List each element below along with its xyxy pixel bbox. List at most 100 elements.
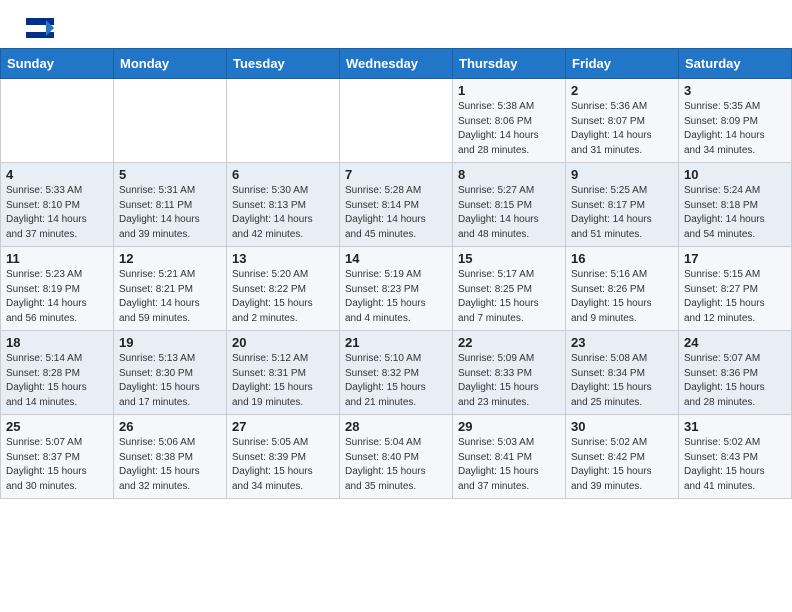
day-number: 12 <box>119 251 221 266</box>
day-info: Sunrise: 5:31 AM Sunset: 8:11 PM Dayligh… <box>119 184 221 242</box>
calendar-week-row: 25 Sunrise: 5:07 AM Sunset: 8:37 PM Dayli… <box>1 415 792 499</box>
day-number: 13 <box>232 251 334 266</box>
day-number: 23 <box>571 335 673 350</box>
calendar-cell: 15 Sunrise: 5:17 AM Sunset: 8:25 PM Dayli… <box>453 247 566 331</box>
day-number: 31 <box>684 419 786 434</box>
calendar-cell: 3 Sunrise: 5:35 AM Sunset: 8:09 PM Daylig… <box>679 79 792 163</box>
day-number: 27 <box>232 419 334 434</box>
page: SundayMondayTuesdayWednesdayThursdayFrid… <box>0 0 792 499</box>
calendar-cell <box>227 79 340 163</box>
day-info: Sunrise: 5:25 AM Sunset: 8:17 PM Dayligh… <box>571 184 673 242</box>
calendar-cell: 9 Sunrise: 5:25 AM Sunset: 8:17 PM Daylig… <box>566 163 679 247</box>
day-info: Sunrise: 5:36 AM Sunset: 8:07 PM Dayligh… <box>571 100 673 158</box>
day-info: Sunrise: 5:12 AM Sunset: 8:31 PM Dayligh… <box>232 352 334 410</box>
day-info: Sunrise: 5:06 AM Sunset: 8:38 PM Dayligh… <box>119 436 221 494</box>
calendar-cell: 11Sunrise: 5:23 AM Sunset: 8:19 PM Dayli… <box>1 247 114 331</box>
day-info: Sunrise: 5:09 AM Sunset: 8:33 PM Dayligh… <box>458 352 560 410</box>
day-number: 14 <box>345 251 447 266</box>
calendar-cell: 29Sunrise: 5:03 AM Sunset: 8:41 PM Dayli… <box>453 415 566 499</box>
day-number: 18 <box>6 335 108 350</box>
calendar-week-row: 4Sunrise: 5:33 AM Sunset: 8:10 PM Daylig… <box>1 163 792 247</box>
day-number: 1 <box>458 83 560 98</box>
calendar-cell: 22 Sunrise: 5:09 AM Sunset: 8:33 PM Dayli… <box>453 331 566 415</box>
calendar-cell: 20 Sunrise: 5:12 AM Sunset: 8:31 PM Dayli… <box>227 331 340 415</box>
day-info: Sunrise: 5:23 AM Sunset: 8:19 PM Dayligh… <box>6 268 108 326</box>
calendar-week-row: 11Sunrise: 5:23 AM Sunset: 8:19 PM Dayli… <box>1 247 792 331</box>
calendar-header-saturday: Saturday <box>679 49 792 79</box>
calendar-cell: 16Sunrise: 5:16 AM Sunset: 8:26 PM Dayli… <box>566 247 679 331</box>
logo-flag-icon <box>26 18 54 38</box>
calendar-cell <box>114 79 227 163</box>
day-info: Sunrise: 5:16 AM Sunset: 8:26 PM Dayligh… <box>571 268 673 326</box>
calendar-cell: 31 Sunrise: 5:02 AM Sunset: 8:43 PM Dayli… <box>679 415 792 499</box>
day-number: 3 <box>684 83 786 98</box>
day-number: 29 <box>458 419 560 434</box>
day-number: 8 <box>458 167 560 182</box>
day-number: 28 <box>345 419 447 434</box>
calendar-header-tuesday: Tuesday <box>227 49 340 79</box>
calendar-cell: 21Sunrise: 5:10 AM Sunset: 8:32 PM Dayli… <box>340 331 453 415</box>
day-number: 4 <box>6 167 108 182</box>
day-info: Sunrise: 5:24 AM Sunset: 8:18 PM Dayligh… <box>684 184 786 242</box>
day-number: 20 <box>232 335 334 350</box>
day-info: Sunrise: 5:27 AM Sunset: 8:15 PM Dayligh… <box>458 184 560 242</box>
day-info: Sunrise: 5:07 AM Sunset: 8:37 PM Dayligh… <box>6 436 108 494</box>
day-number: 25 <box>6 419 108 434</box>
calendar-cell: 25 Sunrise: 5:07 AM Sunset: 8:37 PM Dayli… <box>1 415 114 499</box>
calendar-cell: 24 Sunrise: 5:07 AM Sunset: 8:36 PM Dayli… <box>679 331 792 415</box>
calendar-cell: 19 Sunrise: 5:13 AM Sunset: 8:30 PM Dayli… <box>114 331 227 415</box>
calendar-cell: 26 Sunrise: 5:06 AM Sunset: 8:38 PM Dayli… <box>114 415 227 499</box>
calendar-header-wednesday: Wednesday <box>340 49 453 79</box>
calendar-cell: 2Sunrise: 5:36 AM Sunset: 8:07 PM Daylig… <box>566 79 679 163</box>
calendar-cell: 5 Sunrise: 5:31 AM Sunset: 8:11 PM Daylig… <box>114 163 227 247</box>
day-info: Sunrise: 5:35 AM Sunset: 8:09 PM Dayligh… <box>684 100 786 158</box>
calendar-header-thursday: Thursday <box>453 49 566 79</box>
day-info: Sunrise: 5:15 AM Sunset: 8:27 PM Dayligh… <box>684 268 786 326</box>
day-info: Sunrise: 5:17 AM Sunset: 8:25 PM Dayligh… <box>458 268 560 326</box>
logo <box>24 18 54 38</box>
calendar-cell <box>340 79 453 163</box>
calendar-table: SundayMondayTuesdayWednesdayThursdayFrid… <box>0 48 792 499</box>
day-number: 26 <box>119 419 221 434</box>
day-number: 10 <box>684 167 786 182</box>
day-info: Sunrise: 5:04 AM Sunset: 8:40 PM Dayligh… <box>345 436 447 494</box>
day-number: 19 <box>119 335 221 350</box>
day-info: Sunrise: 5:02 AM Sunset: 8:42 PM Dayligh… <box>571 436 673 494</box>
day-info: Sunrise: 5:14 AM Sunset: 8:28 PM Dayligh… <box>6 352 108 410</box>
calendar-header-sunday: Sunday <box>1 49 114 79</box>
calendar-week-row: 18 Sunrise: 5:14 AM Sunset: 8:28 PM Dayli… <box>1 331 792 415</box>
header <box>0 0 792 44</box>
day-info: Sunrise: 5:05 AM Sunset: 8:39 PM Dayligh… <box>232 436 334 494</box>
calendar-cell <box>1 79 114 163</box>
calendar-cell: 14 Sunrise: 5:19 AM Sunset: 8:23 PM Dayli… <box>340 247 453 331</box>
day-info: Sunrise: 5:20 AM Sunset: 8:22 PM Dayligh… <box>232 268 334 326</box>
calendar-cell: 23 Sunrise: 5:08 AM Sunset: 8:34 PM Dayli… <box>566 331 679 415</box>
day-info: Sunrise: 5:10 AM Sunset: 8:32 PM Dayligh… <box>345 352 447 410</box>
day-info: Sunrise: 5:02 AM Sunset: 8:43 PM Dayligh… <box>684 436 786 494</box>
calendar-week-row: 1Sunrise: 5:38 AM Sunset: 8:06 PM Daylig… <box>1 79 792 163</box>
day-number: 9 <box>571 167 673 182</box>
calendar-header-monday: Monday <box>114 49 227 79</box>
calendar-cell: 27 Sunrise: 5:05 AM Sunset: 8:39 PM Dayli… <box>227 415 340 499</box>
day-info: Sunrise: 5:07 AM Sunset: 8:36 PM Dayligh… <box>684 352 786 410</box>
calendar-cell: 7Sunrise: 5:28 AM Sunset: 8:14 PM Daylig… <box>340 163 453 247</box>
day-number: 7 <box>345 167 447 182</box>
calendar-cell: 10 Sunrise: 5:24 AM Sunset: 8:18 PM Dayli… <box>679 163 792 247</box>
day-number: 30 <box>571 419 673 434</box>
calendar-header-row: SundayMondayTuesdayWednesdayThursdayFrid… <box>1 49 792 79</box>
calendar-cell: 12Sunrise: 5:21 AM Sunset: 8:21 PM Dayli… <box>114 247 227 331</box>
calendar-cell: 18 Sunrise: 5:14 AM Sunset: 8:28 PM Dayli… <box>1 331 114 415</box>
day-number: 22 <box>458 335 560 350</box>
calendar-cell: 8 Sunrise: 5:27 AM Sunset: 8:15 PM Daylig… <box>453 163 566 247</box>
day-number: 17 <box>684 251 786 266</box>
calendar-header-friday: Friday <box>566 49 679 79</box>
calendar-cell: 30 Sunrise: 5:02 AM Sunset: 8:42 PM Dayli… <box>566 415 679 499</box>
day-info: Sunrise: 5:08 AM Sunset: 8:34 PM Dayligh… <box>571 352 673 410</box>
day-number: 15 <box>458 251 560 266</box>
day-number: 5 <box>119 167 221 182</box>
calendar-cell: 17 Sunrise: 5:15 AM Sunset: 8:27 PM Dayli… <box>679 247 792 331</box>
calendar-cell: 4Sunrise: 5:33 AM Sunset: 8:10 PM Daylig… <box>1 163 114 247</box>
day-number: 24 <box>684 335 786 350</box>
day-info: Sunrise: 5:19 AM Sunset: 8:23 PM Dayligh… <box>345 268 447 326</box>
day-info: Sunrise: 5:13 AM Sunset: 8:30 PM Dayligh… <box>119 352 221 410</box>
